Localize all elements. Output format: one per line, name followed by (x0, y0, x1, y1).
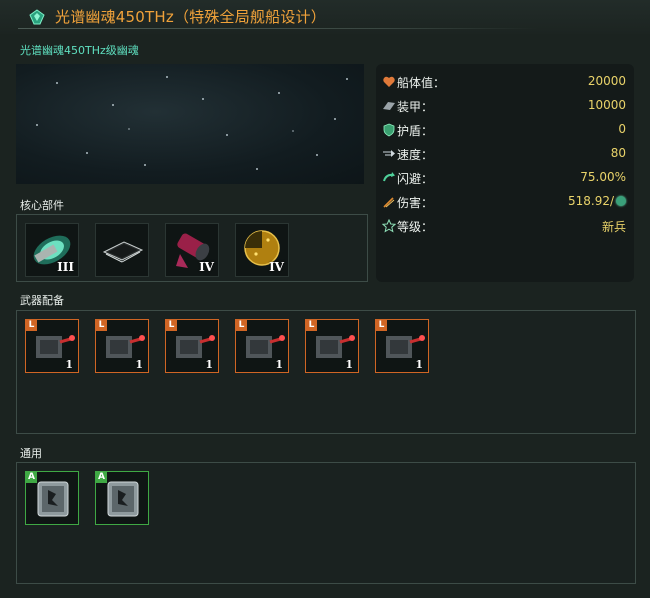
weapon-size-tag: L (166, 320, 177, 331)
stat-label: 等级： (397, 220, 434, 234)
general-panel: A A (16, 462, 636, 584)
core-slot-tier: III (57, 260, 74, 274)
shield-icon (383, 123, 395, 137)
stat-value: 10000 (587, 98, 626, 112)
weapon-slot[interactable]: L 1 (375, 319, 429, 373)
general-size-tag: A (96, 472, 107, 483)
core-slot-sensor[interactable]: IV (235, 223, 289, 277)
weapon-size-tag: L (236, 320, 247, 331)
stat-label: 船体值： (397, 76, 446, 90)
weapon-slot[interactable]: L 1 (235, 319, 289, 373)
weapon-size-tag: L (96, 320, 107, 331)
armor-plate-icon (383, 102, 395, 110)
core-slot-engine[interactable]: IV (165, 223, 219, 277)
stat-row-hull: 船体值： 20000 (382, 73, 626, 91)
stat-value: 75.00% (580, 170, 626, 184)
stat-label: 护盾： (397, 124, 434, 138)
heart-icon (383, 76, 395, 87)
stat-row-rank: 等级： 新兵 (382, 217, 626, 235)
weapon-tier: 1 (205, 358, 213, 371)
core-slot-thruster[interactable]: III (25, 223, 79, 277)
evasion-icon (383, 172, 395, 182)
stat-label: 装甲： (397, 100, 434, 114)
chip-icon (102, 241, 144, 263)
general-slot[interactable]: A (25, 471, 79, 525)
ship-preview (16, 64, 364, 184)
stat-value: 0 (618, 122, 626, 136)
stat-value: 新兵 (601, 220, 626, 234)
weapons-panel: L 1 L 1 L 1 L 1 L 1 L 1 (16, 310, 636, 434)
energy-icon (616, 196, 626, 206)
core-slot-tier: IV (269, 260, 284, 274)
window-title: 光谱幽魂450THz（特殊全局舰船设计） (55, 8, 326, 26)
star-icon (382, 219, 396, 233)
core-components-label: 核心部件 (20, 199, 64, 212)
weapon-tier: 1 (345, 358, 353, 371)
weapon-slot[interactable]: L 1 (25, 319, 79, 373)
weapon-slot[interactable]: L 1 (305, 319, 359, 373)
weapon-tier: 1 (415, 358, 423, 371)
speed-icon (383, 150, 395, 157)
stat-row-evasion: 闪避： 75.00% (382, 169, 626, 187)
weapon-tier: 1 (275, 358, 283, 371)
stat-row-damage: 伤害： 518.92/ (382, 193, 626, 211)
stat-row-armor: 装甲： 10000 (382, 97, 626, 115)
core-components-panel: III IV IV (16, 214, 368, 282)
weapon-size-tag: L (376, 320, 387, 331)
stat-label: 伤害： (397, 196, 434, 210)
core-slot-tier: IV (199, 260, 214, 274)
stat-value: 518.92/ (567, 194, 614, 208)
weapon-size-tag: L (26, 320, 37, 331)
weapon-slot[interactable]: L 1 (165, 319, 219, 373)
weapon-tier: 1 (65, 358, 73, 371)
ship-stats-panel: 船体值： 20000 装甲： 10000 护盾： 0 速度： 80 闪避： 75… (376, 64, 634, 282)
stat-value-damage: 518.92/ (568, 194, 626, 208)
general-size-tag: A (26, 472, 37, 483)
stat-row-shield: 护盾： 0 (382, 121, 626, 139)
ship-class-label: 光谱幽魂450THz级幽魂 (20, 44, 139, 57)
core-slot-computer[interactable] (95, 223, 149, 277)
general-label: 通用 (20, 447, 42, 460)
stat-value: 20000 (587, 74, 626, 88)
stat-row-speed: 速度： 80 (382, 145, 626, 163)
ship-emblem-icon (29, 9, 45, 25)
general-slot[interactable]: A (95, 471, 149, 525)
title-divider (18, 28, 538, 29)
stat-label: 闪避： (397, 172, 434, 186)
damage-icon (383, 197, 395, 208)
weapons-label: 武器配备 (20, 294, 64, 307)
stat-label: 速度： (397, 148, 434, 162)
weapon-size-tag: L (306, 320, 317, 331)
title-bar: 光谱幽魂450THz（特殊全局舰船设计） (0, 0, 650, 34)
weapon-slot[interactable]: L 1 (95, 319, 149, 373)
stat-value: 80 (610, 146, 626, 160)
weapon-tier: 1 (135, 358, 143, 371)
